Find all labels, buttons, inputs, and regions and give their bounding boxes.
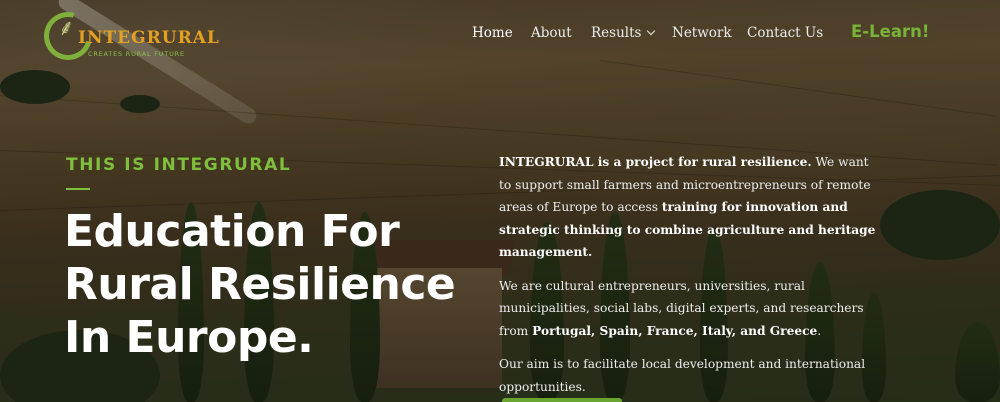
hero-headline: Education For Rural Resilience In Europe… (64, 205, 474, 364)
intro-paragraph: INTEGRURAL is a project for rural resili… (499, 151, 879, 264)
site-logo[interactable]: ⸙ INTEGRURAL CREATES RURAL FUTURE (35, 3, 219, 69)
nav-results[interactable]: Results (591, 25, 656, 41)
nav-home[interactable]: Home (472, 25, 513, 41)
wheat-icon: ⸙ (58, 16, 75, 41)
headline-line-1: Education For (64, 206, 400, 257)
nav-network[interactable]: Network (672, 25, 732, 41)
partners-countries: Portugal, Spain, France, Italy, and Gree… (532, 323, 818, 338)
elearn-button[interactable]: E-Learn! (851, 22, 929, 41)
aim-paragraph: Our aim is to facilitate local developme… (499, 357, 866, 394)
headline-line-2: Rural Resilience (64, 259, 456, 310)
hero-description: INTEGRURAL is a project for rural resili… (499, 151, 879, 402)
partners-paragraph: We are cultural entrepreneurs, universit… (499, 275, 879, 343)
hero-eyebrow: THIS IS INTEGRURAL (66, 155, 292, 175)
hero-cta-button[interactable] (502, 398, 622, 402)
partners-end: . (817, 323, 822, 338)
chevron-down-icon (647, 26, 656, 36)
eyebrow-divider (66, 188, 90, 190)
nav-contact[interactable]: Contact Us (747, 25, 823, 41)
nav-about[interactable]: About (531, 25, 572, 41)
nav-results-label: Results (591, 25, 642, 41)
intro-strong: INTEGRURAL is a project for rural resili… (499, 155, 812, 169)
logo-name: INTEGRURAL (78, 28, 220, 48)
headline-line-3: In Europe. (64, 312, 314, 363)
logo-tagline: CREATES RURAL FUTURE (88, 50, 185, 58)
